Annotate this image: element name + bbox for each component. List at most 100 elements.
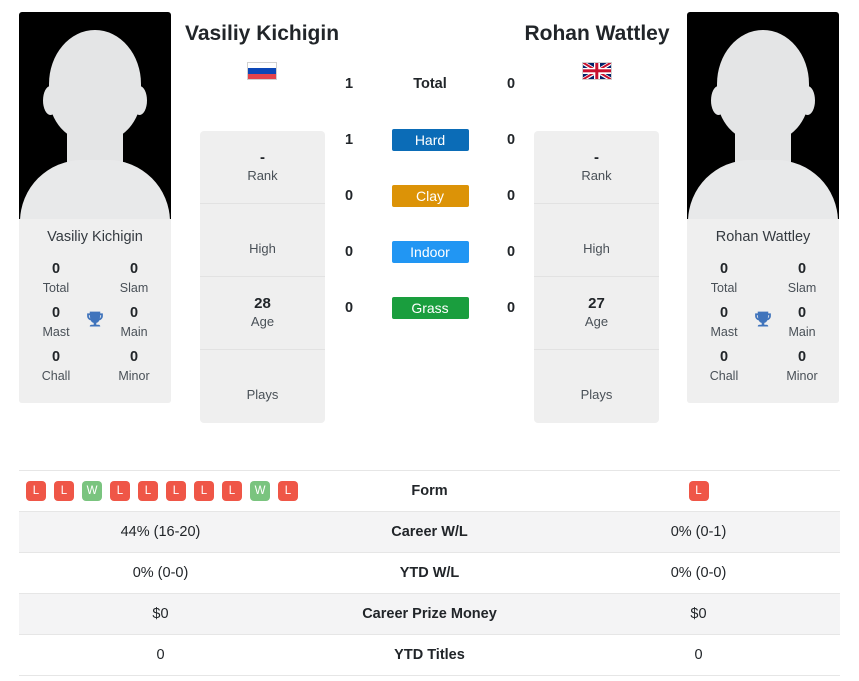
titles-mast-label-left: Mast: [42, 324, 70, 339]
form-badges-left: LLWLLLLLWL: [19, 481, 302, 501]
titles-mast-value-left: 0: [51, 305, 61, 321]
avatar-ear-right: [800, 86, 815, 115]
surface-pill-hard[interactable]: Hard: [391, 129, 469, 151]
avatar-body: [20, 160, 170, 219]
info-rank-value-right: -: [594, 148, 599, 166]
row-label-ytd-titles: YTD Titles: [394, 647, 465, 663]
titles-minor-right: 0 Minor: [771, 349, 833, 383]
titles-main-right: 0 Main: [771, 305, 833, 339]
titles-row-chall-minor-left: 0 Chall 0 Minor: [19, 349, 171, 393]
table-row: $0 Career Prize Money $0: [19, 593, 840, 635]
table-row: 0% (0-0) YTD W/L 0% (0-0): [19, 552, 840, 594]
form-badge-l[interactable]: L: [166, 481, 186, 501]
form-cell-left: LLWLLLLLWL: [19, 471, 302, 512]
h2h-clay-label-wrap: Clay: [368, 185, 492, 207]
titles-minor-label-left: Minor: [118, 368, 150, 383]
trophy-icon: [85, 309, 106, 334]
titles-main-value-left: 0: [129, 305, 139, 321]
surface-pill-indoor[interactable]: Indoor: [391, 241, 469, 263]
form-badge-l[interactable]: L: [26, 481, 46, 501]
form-badge-l[interactable]: L: [688, 481, 709, 501]
titles-minor-value-right: 0: [797, 349, 807, 365]
info-rank-label-right: Rank: [581, 167, 612, 183]
ytd-wl-right: 0% (0-0): [670, 565, 727, 581]
titles-chall-left: 0 Chall: [25, 349, 87, 383]
avatar-ear-left: [43, 86, 58, 115]
trophy-icon: [753, 309, 774, 334]
comparison-top-section: Vasiliy Kichigin 0 Total 0 Slam 0 Mast 0…: [0, 0, 859, 460]
titles-minor-left: 0 Minor: [103, 349, 165, 383]
info-cell-age-right: 27 Age: [534, 277, 659, 350]
titles-slam-value-left: 0: [129, 261, 139, 277]
h2h-indoor-right: 0: [506, 244, 516, 260]
row-label-career-prize: Career Prize Money: [362, 606, 497, 622]
form-badge-w[interactable]: W: [82, 481, 102, 501]
form-badge-l[interactable]: L: [222, 481, 242, 501]
titles-main-label-left: Main: [120, 324, 148, 339]
titles-chall-value-left: 0: [51, 349, 61, 365]
titles-total-value-right: 0: [719, 261, 729, 277]
form-badge-l[interactable]: L: [54, 481, 74, 501]
h2h-row-total: 1 Total 0: [330, 56, 530, 112]
h2h-total-left: 1: [344, 76, 354, 92]
titles-block-left: 0 Total 0 Slam 0 Mast 0 Main 0 Chall 0 M…: [19, 255, 171, 403]
h2h-row-clay: 0 Clay 0: [330, 168, 530, 224]
info-high-label-left: High: [249, 240, 276, 256]
surface-pill-grass[interactable]: Grass: [391, 297, 469, 319]
h2h-row-grass: 0 Grass 0: [330, 280, 530, 336]
titles-minor-label-right: Minor: [786, 368, 818, 383]
titles-chall-right: 0 Chall: [693, 349, 755, 383]
titles-total-left: 0 Total: [25, 261, 87, 295]
titles-slam-left: 0 Slam: [103, 261, 165, 295]
form-badge-w[interactable]: W: [250, 481, 270, 501]
form-badge-l[interactable]: L: [194, 481, 214, 501]
info-age-label-right: Age: [584, 313, 609, 329]
h2h-hard-left: 1: [344, 132, 354, 148]
h2h-comparison-page: Vasiliy Kichigin 0 Total 0 Slam 0 Mast 0…: [0, 0, 859, 681]
player-name-right[interactable]: Rohan Wattley: [427, 22, 767, 45]
titles-row-total-slam-right: 0 Total 0 Slam: [687, 261, 839, 305]
titles-row-total-slam-left: 0 Total 0 Slam: [19, 261, 171, 305]
row-label-career-wl: Career W/L: [391, 524, 468, 540]
titles-slam-value-right: 0: [797, 261, 807, 277]
h2h-surface-column: 1 Total 0 1 Hard 0 0 Clay 0 0 Indoor 0 0…: [330, 56, 530, 336]
titles-minor-value-left: 0: [129, 349, 139, 365]
h2h-total-label: Total: [413, 76, 447, 92]
h2h-indoor-label-wrap: Indoor: [368, 241, 492, 263]
titles-chall-value-right: 0: [719, 349, 729, 365]
avatar-body: [688, 160, 838, 219]
row-label-form: Form: [411, 483, 448, 499]
titles-slam-label-right: Slam: [787, 280, 817, 295]
titles-main-label-right: Main: [788, 324, 816, 339]
ytd-titles-left: 0: [156, 647, 165, 663]
info-cell-rank-right: - Rank: [534, 131, 659, 204]
info-cell-plays-left: Plays: [200, 350, 325, 423]
player-photo-name-right: Rohan Wattley: [687, 219, 839, 255]
info-high-label-right: High: [583, 240, 610, 256]
info-cell-plays-right: Plays: [534, 350, 659, 423]
titles-mast-label-right: Mast: [710, 324, 738, 339]
h2h-row-indoor: 0 Indoor 0: [330, 224, 530, 280]
info-cell-high-left: High: [200, 204, 325, 277]
titles-total-label-right: Total: [710, 280, 738, 295]
h2h-clay-left: 0: [344, 188, 354, 204]
info-plays-label-right: Plays: [580, 387, 613, 403]
titles-row-chall-minor-right: 0 Chall 0 Minor: [687, 349, 839, 393]
player-name-left[interactable]: Vasiliy Kichigin: [92, 22, 432, 45]
player-info-card-left: - Rank High 28 Age Plays: [200, 131, 325, 423]
titles-chall-label-left: Chall: [41, 368, 71, 383]
comparison-table-body: LLWLLLLLWL Form L 44% (16-20) Career W/L…: [19, 470, 840, 676]
player-info-card-right: - Rank High 27 Age Plays: [534, 131, 659, 423]
h2h-hard-label-wrap: Hard: [368, 129, 492, 151]
titles-mast-value-right: 0: [719, 305, 729, 321]
career-wl-right: 0% (0-1): [670, 524, 727, 540]
table-row: 44% (16-20) Career W/L 0% (0-1): [19, 511, 840, 553]
titles-total-right: 0 Total: [693, 261, 755, 295]
titles-slam-right: 0 Slam: [771, 261, 833, 295]
surface-pill-clay[interactable]: Clay: [391, 185, 469, 207]
career-wl-left: 44% (16-20): [120, 524, 201, 540]
h2h-indoor-left: 0: [344, 244, 354, 260]
form-badge-l[interactable]: L: [138, 481, 158, 501]
form-badge-l[interactable]: L: [110, 481, 130, 501]
form-badge-l[interactable]: L: [278, 481, 298, 501]
